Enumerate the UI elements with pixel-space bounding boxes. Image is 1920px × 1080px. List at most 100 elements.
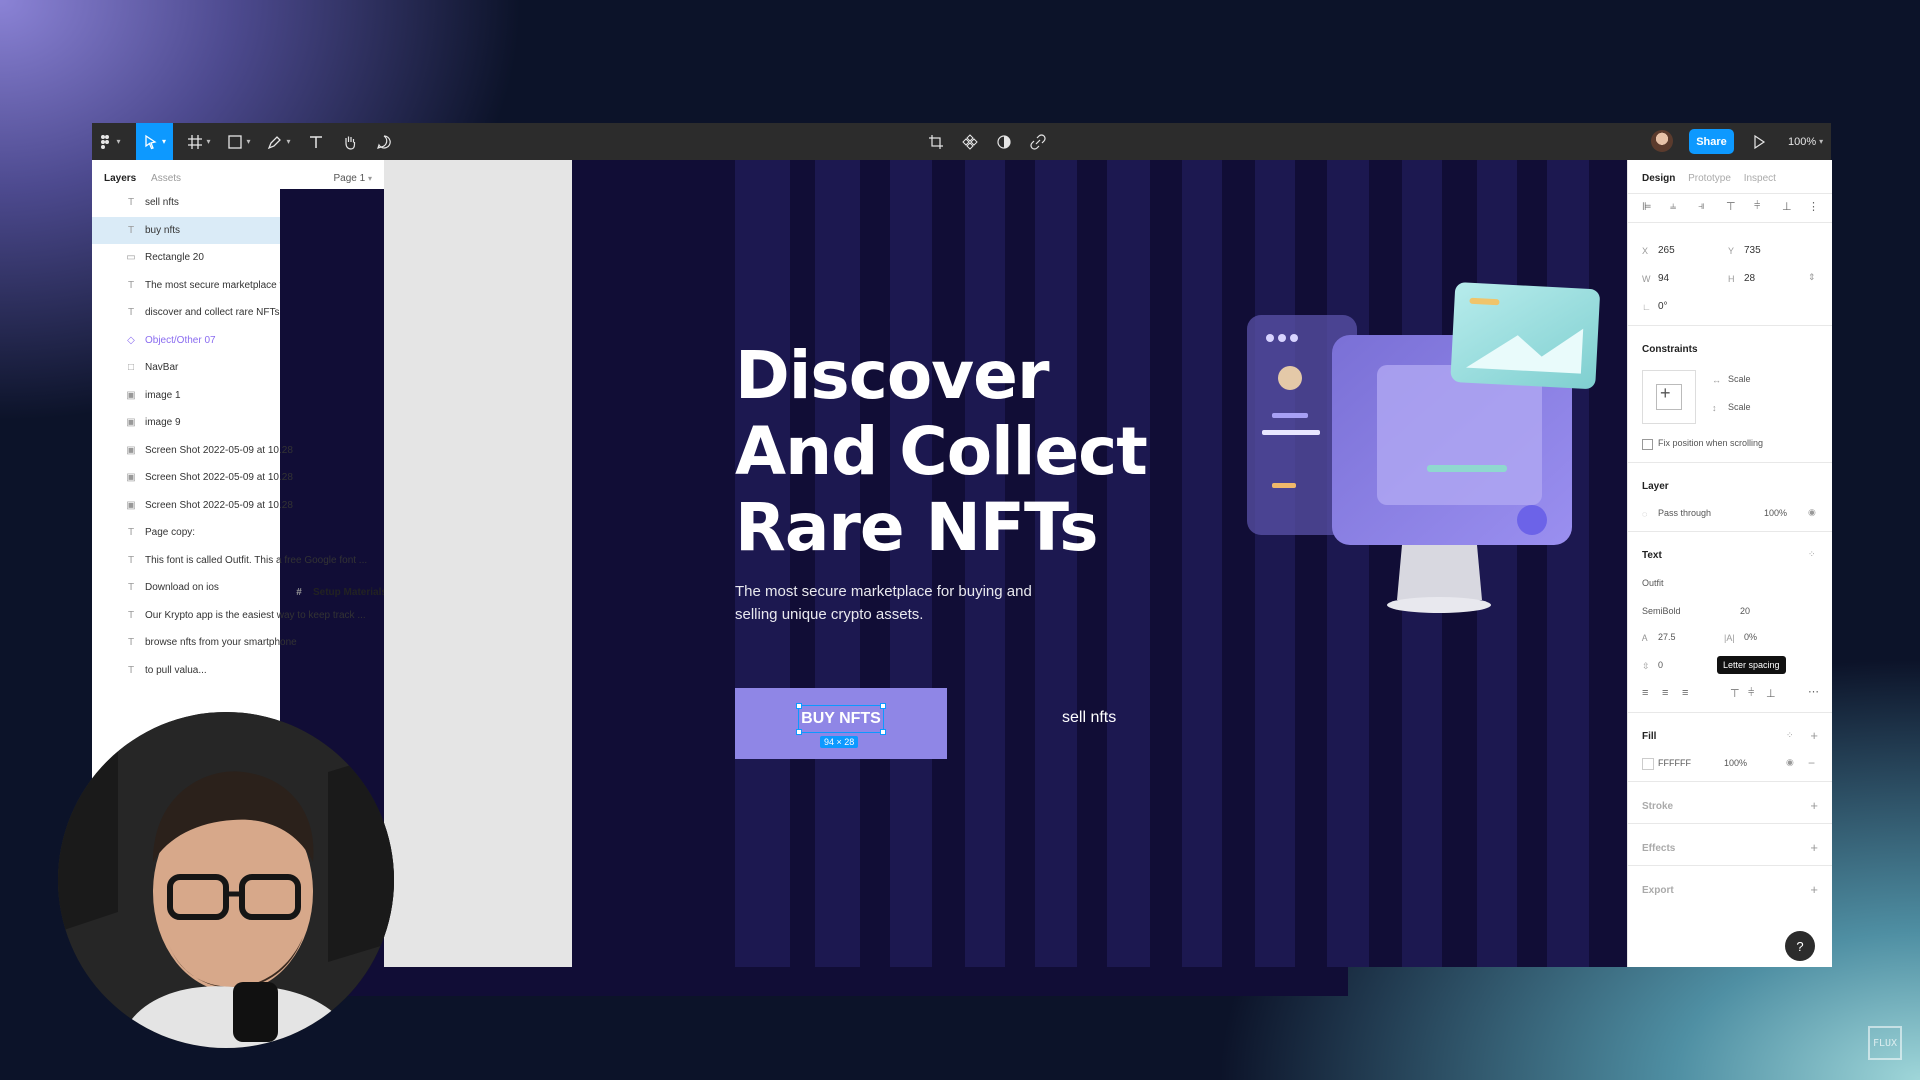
selected-text-buy-nfts[interactable]: BUY NFTS xyxy=(796,703,886,735)
comment-tool-button[interactable] xyxy=(370,123,398,160)
avatar[interactable] xyxy=(1651,130,1673,152)
add-effect-icon[interactable]: + xyxy=(1810,840,1818,855)
hand-tool-button[interactable] xyxy=(336,123,364,160)
fill-opacity-input[interactable]: 100% xyxy=(1724,758,1747,768)
hero-subtitle[interactable]: The most secure marketplace for buying a… xyxy=(735,580,1035,626)
canvas[interactable]: Discover And Collect Rare NFTs The most … xyxy=(384,160,1719,967)
text-align-left-icon[interactable]: ≡ xyxy=(1642,687,1648,699)
present-button[interactable] xyxy=(1748,123,1770,160)
letter-spacing-input[interactable]: 0% xyxy=(1744,632,1757,642)
component-button[interactable] xyxy=(956,123,984,160)
fix-position-checkbox[interactable] xyxy=(1642,439,1653,450)
text-icon: T xyxy=(127,527,135,539)
bg-stripe xyxy=(1182,160,1222,967)
add-fill-icon[interactable]: + xyxy=(1810,728,1818,743)
frame-tool-button[interactable]: ▾ xyxy=(182,123,216,160)
layer-row[interactable]: Tbrowse nfts from your smartphone xyxy=(92,629,384,657)
layer-opacity-input[interactable]: 100% xyxy=(1764,508,1787,518)
align-center-h-icon[interactable]: ⫨ xyxy=(1670,200,1676,213)
constrain-proportions-icon[interactable]: ⇕ xyxy=(1808,272,1816,283)
move-tool-button[interactable]: ▾ xyxy=(136,123,173,160)
shape-tool-button[interactable]: ▾ xyxy=(222,123,256,160)
text-tool-button[interactable] xyxy=(302,123,330,160)
x-input[interactable]: 265 xyxy=(1658,245,1675,256)
layer-row[interactable]: ▣ Screen Shot 2022-05-09 at 10.28 xyxy=(92,437,384,465)
layer-row[interactable]: ▣ image 9 xyxy=(92,409,384,437)
text-styles-icon[interactable]: ⁘ xyxy=(1808,549,1816,560)
font-family-select[interactable]: Outfit xyxy=(1642,578,1664,588)
hero-title-line: Rare NFTs xyxy=(735,489,1099,566)
layer-row[interactable]: T This font is called Outfit. This a free… xyxy=(92,547,384,575)
distribute-icon[interactable]: ⋮ xyxy=(1808,200,1819,213)
layer-row[interactable]: ▣ Screen Shot 2022-05-09 at 10.28 xyxy=(92,464,384,492)
rotation-input[interactable]: 0° xyxy=(1658,301,1668,312)
fill-hex-input[interactable]: FFFFFF xyxy=(1658,758,1691,768)
resize-handle[interactable] xyxy=(880,703,886,709)
tab-design[interactable]: Design xyxy=(1642,173,1675,184)
add-stroke-icon[interactable]: + xyxy=(1810,798,1818,813)
align-bottom-icon[interactable]: ⊥ xyxy=(1782,200,1792,213)
font-size-input[interactable]: 20 xyxy=(1740,606,1750,616)
eye-icon[interactable]: ◉ xyxy=(1786,757,1794,768)
height-input[interactable]: 28 xyxy=(1744,273,1755,284)
add-export-icon[interactable]: + xyxy=(1810,882,1818,897)
mask-button[interactable] xyxy=(990,123,1018,160)
vertical-align-bottom-icon[interactable]: ⊥ xyxy=(1766,687,1776,700)
resize-handle[interactable] xyxy=(796,729,802,735)
divider xyxy=(1628,531,1832,532)
font-weight-select[interactable]: SemiBold xyxy=(1642,606,1681,616)
tab-layers[interactable]: Layers xyxy=(104,173,136,184)
watermark-logo: FLUX xyxy=(1868,1026,1902,1060)
layer-row[interactable]: Tto pull valua... xyxy=(92,657,384,685)
width-input[interactable]: 94 xyxy=(1658,273,1669,284)
fill-swatch[interactable] xyxy=(1642,758,1654,770)
fill-styles-icon[interactable]: ⁘ xyxy=(1786,730,1794,741)
y-label: Y xyxy=(1728,246,1735,256)
text-align-center-icon[interactable]: ≡ xyxy=(1662,687,1668,699)
paragraph-spacing-input[interactable]: 0 xyxy=(1658,660,1663,670)
vertical-align-middle-icon[interactable]: ⫩ xyxy=(1748,687,1754,700)
vertical-constraint-select[interactable]: Scale xyxy=(1728,402,1751,412)
crop-button[interactable] xyxy=(922,123,950,160)
horizontal-constraint-select[interactable]: Scale xyxy=(1728,374,1751,384)
y-input[interactable]: 735 xyxy=(1744,245,1761,256)
align-middle-icon[interactable]: ⫩ xyxy=(1754,200,1760,213)
constraints-widget[interactable]: + xyxy=(1642,370,1696,424)
more-options-icon[interactable]: ⋯ xyxy=(1808,685,1819,698)
sell-nfts-text[interactable]: sell nfts xyxy=(1062,709,1116,727)
chevron-down-icon: ▾ xyxy=(116,137,121,146)
buy-nfts-button[interactable]: BUY NFTS 94 × 28 xyxy=(735,688,947,759)
align-right-icon[interactable]: ⫣ xyxy=(1698,200,1705,213)
text-align-right-icon[interactable]: ≡ xyxy=(1682,687,1688,699)
desktop-frame[interactable]: Discover And Collect Rare NFTs The most … xyxy=(572,160,1627,967)
help-button[interactable]: ? xyxy=(1785,931,1815,961)
rotation-icon: ∟ xyxy=(1642,302,1651,312)
layer-row[interactable]: ▣ Screen Shot 2022-05-09 at 10.28 xyxy=(92,492,384,520)
text-icon: T xyxy=(127,279,135,291)
zoom-dropdown[interactable]: 100% ▾ xyxy=(1788,123,1823,160)
layer-row[interactable]: T Page copy: xyxy=(92,519,384,547)
link-button[interactable] xyxy=(1024,123,1052,160)
main-menu-button[interactable]: ▾ xyxy=(92,123,126,160)
eye-icon[interactable]: ◉ xyxy=(1808,507,1816,518)
align-top-icon[interactable]: ⊤ xyxy=(1726,200,1736,213)
tab-prototype[interactable]: Prototype xyxy=(1688,173,1731,184)
pen-tool-button[interactable]: ▾ xyxy=(262,123,296,160)
layer-row[interactable]: T Download on ios xyxy=(92,574,384,602)
hero-title[interactable]: Discover And Collect Rare NFTs xyxy=(735,338,1148,566)
blend-mode-select[interactable]: Pass through xyxy=(1658,508,1711,518)
line-height-input[interactable]: 27.5 xyxy=(1658,632,1676,642)
share-button[interactable]: Share xyxy=(1689,129,1734,154)
layer-row[interactable]: ▣ image 1 xyxy=(92,382,384,410)
computer-illustration[interactable] xyxy=(1242,280,1627,640)
align-left-icon[interactable]: ⊫ xyxy=(1642,200,1652,213)
tab-assets[interactable]: Assets xyxy=(151,173,181,184)
paragraph-spacing-icon: ⇳ xyxy=(1642,661,1650,671)
tab-inspect[interactable]: Inspect xyxy=(1744,173,1776,184)
resize-handle[interactable] xyxy=(880,729,886,735)
page-selector[interactable]: Page 1 ▾ xyxy=(334,173,373,184)
resize-handle[interactable] xyxy=(796,703,802,709)
layer-row[interactable]: T Our Krypto app is the easiest way to ke… xyxy=(92,602,384,630)
vertical-align-top-icon[interactable]: ⊤ xyxy=(1730,687,1740,700)
remove-fill-icon[interactable]: − xyxy=(1808,756,1815,770)
